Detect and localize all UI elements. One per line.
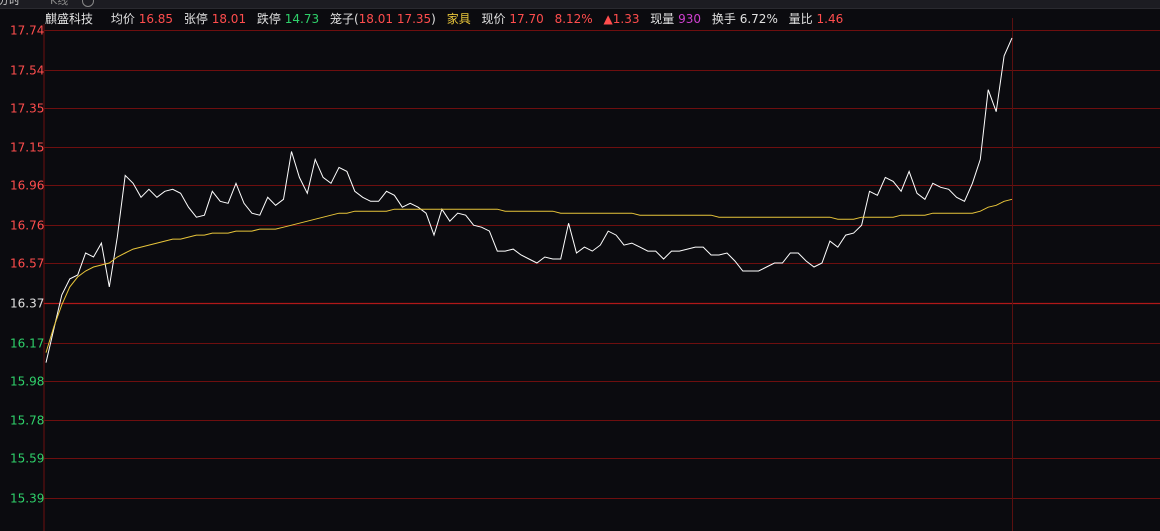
y-tick-label: 16.96 — [10, 179, 44, 193]
y-tick-label: 15.98 — [10, 375, 44, 389]
y-tick-label: 15.78 — [10, 414, 44, 428]
y-tick-label: 16.37 — [10, 297, 44, 311]
y-tick-label: 16.57 — [10, 257, 44, 271]
price-line — [45, 37, 1013, 363]
y-tick-label: 17.74 — [10, 24, 44, 38]
y-tick-label: 17.15 — [10, 141, 44, 155]
y-tick-label: 16.17 — [10, 337, 44, 351]
avg-price-line — [45, 198, 1013, 353]
intraday-chart[interactable]: 17.74 17.54 17.35 17.15 16.96 16.76 16.57 16.37… — [0, 0, 1160, 531]
y-tick-label: 17.35 — [10, 102, 44, 116]
y-tick-label: 16.76 — [10, 219, 44, 233]
y-tick-label: 17.54 — [10, 64, 44, 78]
y-tick-label: 15.39 — [10, 492, 44, 506]
y-tick-label: 15.59 — [10, 452, 44, 466]
